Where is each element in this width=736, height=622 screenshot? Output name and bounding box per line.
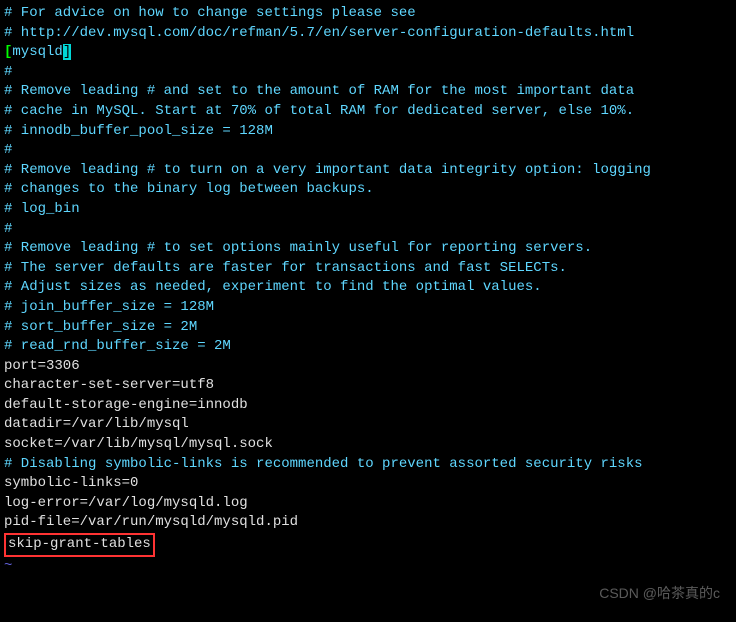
bracket-close: ] <box>63 44 71 60</box>
empty-line-marker: ~ <box>4 557 732 577</box>
comment-line: # Disabling symbolic-links is recommende… <box>4 455 732 475</box>
comment-line: # <box>4 141 732 161</box>
comment-line: # sort_buffer_size = 2M <box>4 318 732 338</box>
highlight-annotation: skip-grant-tables <box>4 533 155 557</box>
comment-line: # changes to the binary log between back… <box>4 180 732 200</box>
comment-line: # <box>4 63 732 83</box>
comment-line: # join_buffer_size = 128M <box>4 298 732 318</box>
comment-line: # Adjust sizes as needed, experiment to … <box>4 278 732 298</box>
comment-line: # read_rnd_buffer_size = 2M <box>4 337 732 357</box>
highlighted-config-line: skip-grant-tables <box>4 533 732 557</box>
comment-line: # Remove leading # to set options mainly… <box>4 239 732 259</box>
watermark: CSDN @哈茶真的c <box>599 584 720 604</box>
config-line: character-set-server=utf8 <box>4 376 732 396</box>
config-line: default-storage-engine=innodb <box>4 396 732 416</box>
config-line: port=3306 <box>4 357 732 377</box>
config-line: datadir=/var/lib/mysql <box>4 415 732 435</box>
comment-line: # Remove leading # to turn on a very imp… <box>4 161 732 181</box>
config-line: socket=/var/lib/mysql/mysql.sock <box>4 435 732 455</box>
comment-line: # Remove leading # and set to the amount… <box>4 82 732 102</box>
comment-line: # http://dev.mysql.com/doc/refman/5.7/en… <box>4 24 732 44</box>
section-header: [mysqld] <box>4 43 732 63</box>
comment-line: # For advice on how to change settings p… <box>4 4 732 24</box>
config-line: pid-file=/var/run/mysqld/mysqld.pid <box>4 513 732 533</box>
comment-line: # log_bin <box>4 200 732 220</box>
config-line: symbolic-links=0 <box>4 474 732 494</box>
section-name: mysqld <box>12 44 62 60</box>
config-line: log-error=/var/log/mysqld.log <box>4 494 732 514</box>
editor-content[interactable]: # For advice on how to change settings p… <box>4 4 732 576</box>
comment-line: # innodb_buffer_pool_size = 128M <box>4 122 732 142</box>
comment-line: # The server defaults are faster for tra… <box>4 259 732 279</box>
comment-line: # <box>4 220 732 240</box>
comment-line: # cache in MySQL. Start at 70% of total … <box>4 102 732 122</box>
